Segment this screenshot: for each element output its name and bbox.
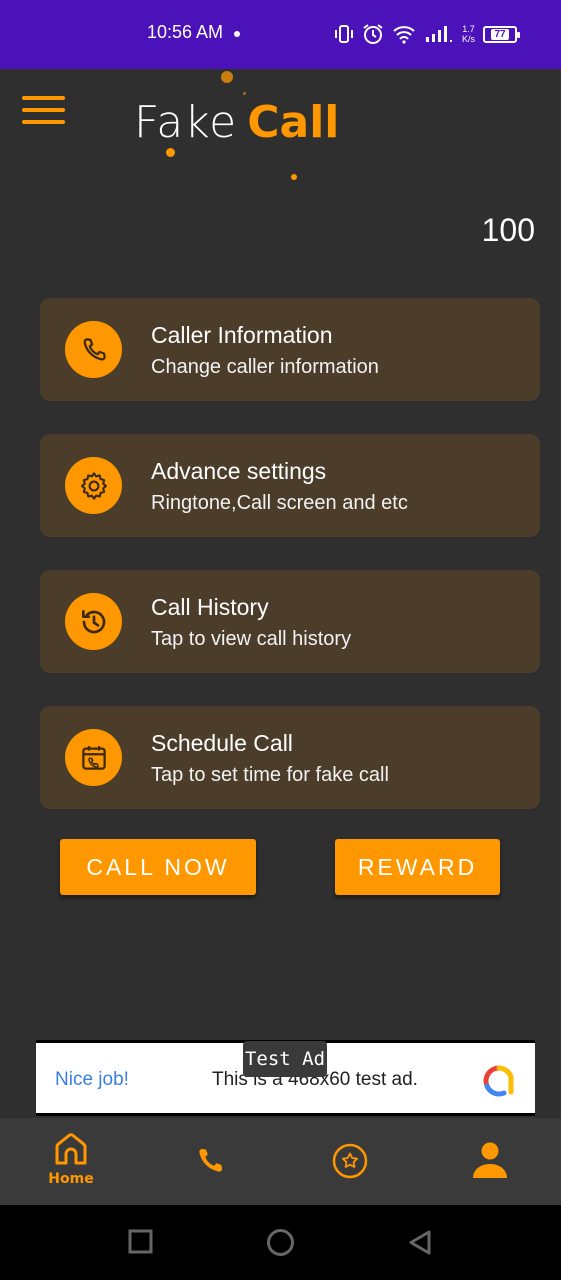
phone-icon	[65, 321, 122, 378]
network-speed: 1.7 K/s	[462, 24, 476, 44]
logo-word-call: Call	[247, 97, 340, 148]
alarm-icon	[363, 24, 383, 44]
home-circle-icon[interactable]	[266, 1228, 295, 1257]
calendar-phone-icon	[65, 729, 122, 786]
history-icon	[65, 593, 122, 650]
card-subtitle: Change caller information	[151, 356, 379, 378]
nav-home[interactable]: Home	[46, 1118, 96, 1205]
nav-favorites[interactable]	[330, 1118, 370, 1205]
card-title: Advance settings	[151, 458, 327, 484]
logo-word-fake: Fake	[134, 97, 238, 148]
battery-indicator: 77	[483, 25, 521, 43]
status-time: 10:56 AM	[147, 22, 224, 42]
app-logo: Fake Call	[134, 96, 339, 150]
home-icon	[55, 1133, 87, 1165]
test-ad-label: Test Ad	[243, 1041, 327, 1077]
hamburger-menu-icon[interactable]	[22, 96, 66, 128]
status-icons: 1.7 K/s 77	[334, 18, 521, 50]
vibrate-icon	[335, 25, 353, 43]
reward-button[interactable]: REWARD	[335, 839, 500, 895]
logo-decoration-dot	[166, 148, 175, 157]
wifi-icon	[393, 26, 415, 44]
ad-headline: Nice job!	[55, 1069, 129, 1090]
recents-square-icon[interactable]	[128, 1229, 153, 1254]
card-schedule-call[interactable]: Schedule Call Tap to set time for fake c…	[40, 706, 540, 809]
status-bar: 10:56 AM 1.7 K/s 77	[0, 0, 561, 69]
bottom-navigation: Home	[0, 1118, 561, 1205]
phone-icon	[199, 1148, 223, 1172]
logo-decoration-dot	[243, 92, 246, 95]
card-call-history[interactable]: Call History Tap to view call history	[40, 570, 540, 673]
user-icon	[473, 1142, 507, 1178]
back-triangle-icon[interactable]	[407, 1229, 433, 1256]
gear-icon	[65, 457, 122, 514]
nav-label-home: Home	[48, 1171, 94, 1187]
battery-level: 77	[491, 28, 509, 40]
card-title: Call History	[151, 594, 269, 620]
logo-decoration-dot	[291, 174, 297, 180]
star-badge-icon	[332, 1143, 368, 1179]
signal-icon	[426, 26, 452, 42]
system-navigation-bar	[0, 1205, 561, 1280]
card-subtitle: Tap to set time for fake call	[151, 764, 389, 786]
ad-network-logo-icon	[483, 1065, 514, 1097]
notification-dot	[234, 31, 240, 37]
card-title: Caller Information	[151, 322, 333, 348]
nav-call[interactable]	[190, 1118, 230, 1205]
card-subtitle: Ringtone,Call screen and etc	[151, 492, 408, 514]
logo-decoration-dot	[221, 71, 233, 83]
call-now-button[interactable]: CALL NOW	[60, 839, 256, 895]
card-caller-information[interactable]: Caller Information Change caller informa…	[40, 298, 540, 401]
card-subtitle: Tap to view call history	[151, 628, 352, 650]
card-title: Schedule Call	[151, 730, 293, 756]
card-advance-settings[interactable]: Advance settings Ringtone,Call screen an…	[40, 434, 540, 537]
nav-profile[interactable]	[470, 1118, 510, 1205]
coin-counter: 100	[481, 212, 535, 248]
